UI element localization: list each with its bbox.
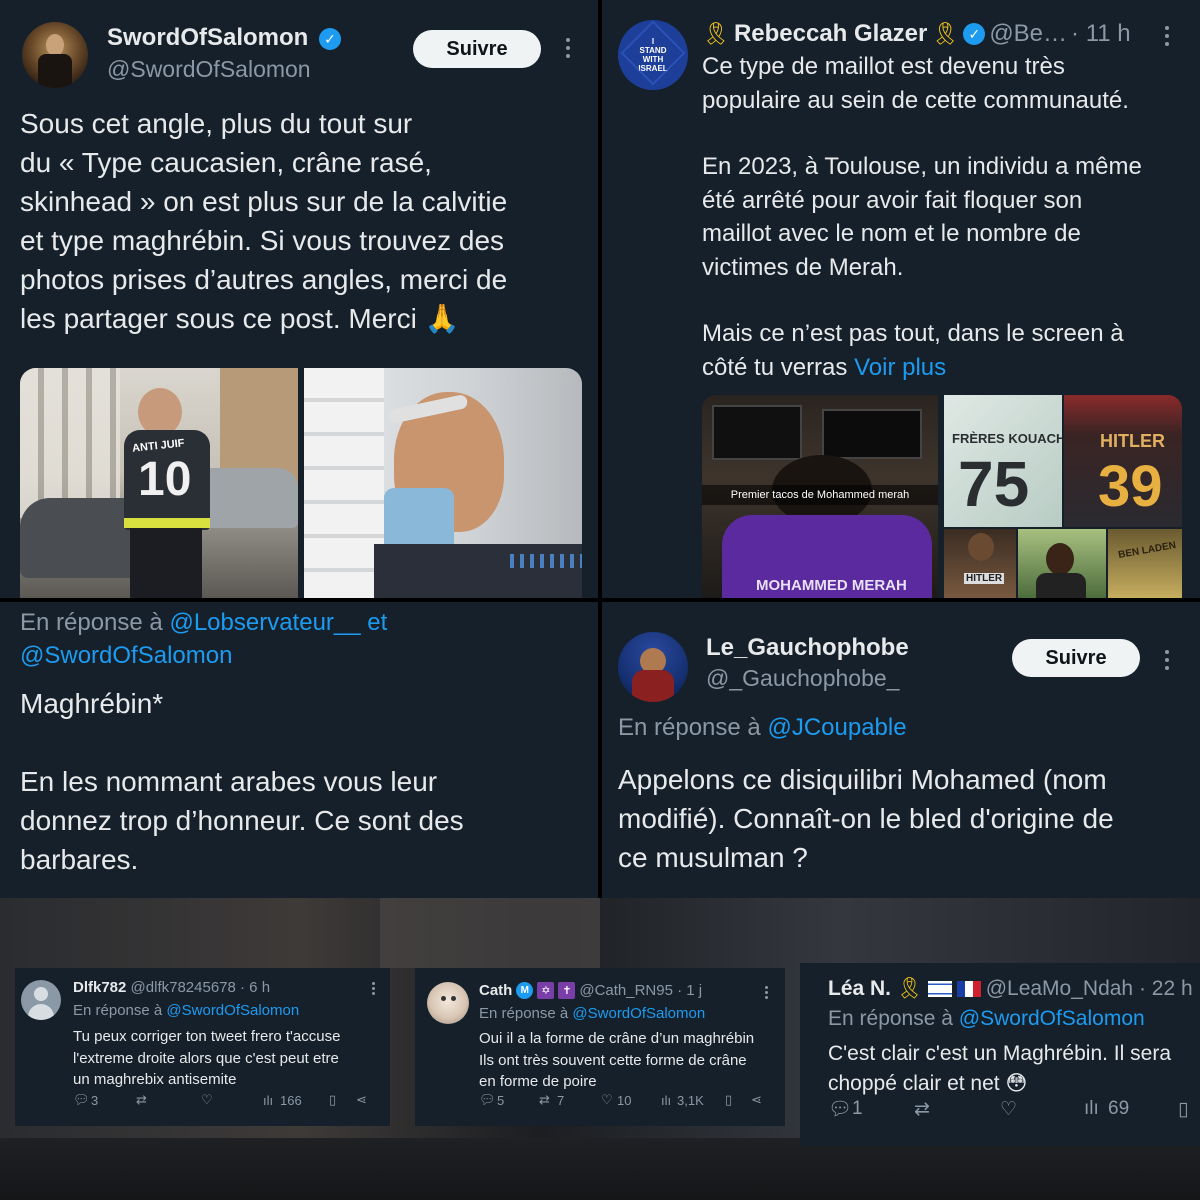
avatar[interactable] [427,982,469,1024]
divider [0,598,1200,602]
more-options-icon[interactable] [765,986,768,999]
ribbon-icon: 🎗 [931,21,960,46]
share-icon[interactable]: ⋖ [356,1092,367,1108]
photo-small-3[interactable]: BEN LADEN [1108,529,1182,600]
jersey-number: 39 [1098,454,1163,519]
author-handle[interactable]: @_Gauchophobe_ [706,665,899,692]
jersey-text: FRÈRES KOUACHI [952,431,1062,446]
avatar[interactable]: I STAND WITH ISRAEL [618,20,688,90]
cross-icon: ✝ [558,982,576,999]
jersey-text: MOHAMMED MERAH [756,577,907,594]
israel-flag-icon [927,981,952,997]
share-icon[interactable]: ⋖ [751,1092,762,1108]
more-options-icon[interactable] [372,982,375,995]
retweet-icon[interactable]: ⇄ [539,1092,550,1108]
m-badge-icon: M [516,982,534,999]
author-handle[interactable]: @SwordOfSalomon [107,56,311,83]
see-more-link[interactable]: Voir plus [854,354,946,381]
bookmark-icon[interactable]: ▯ [329,1092,336,1108]
author-name: SwordOfSalomon ✓ [107,24,342,52]
verified-icon: ✓ [963,23,986,45]
tweet-text: Appelons ce disiquilibri Mohamed (nom mo… [618,764,1114,873]
photo-kouachi-jersey[interactable]: FRÈRES KOUACHI 75 [944,395,1062,527]
bookmark-icon[interactable]: ▯ [1178,1098,1188,1121]
jersey-number: 10 [138,453,192,506]
reply-context: En réponse à @JCoupable [618,714,907,741]
jersey-text: BEN LADEN [1117,540,1177,561]
collage: SwordOfSalomon ✓ @SwordOfSalomon Suivre … [0,0,1200,1200]
reply-context: En réponse à @SwordOfSalomon [479,1005,706,1022]
verified-icon: ✓ [319,27,342,50]
follow-button[interactable]: Suivre [413,30,541,68]
reply-text: Oui il a la forme de crâne d’un maghrébi… [479,1030,755,1090]
reply-text: Tu peux corriger ton tweet frero t'accus… [73,1028,341,1088]
jersey-number: 75 [958,448,1030,520]
reply-text: C'est clair c'est un Maghrébin. Il sera … [828,1042,1171,1095]
tweet-text: Ce type de maillot est devenu très popul… [702,53,1142,381]
jersey-text: HITLER [964,573,1005,584]
divider [598,0,602,900]
views-icon[interactable]: ılı [263,1093,273,1108]
reply-card-cath: Cath M ✡ ✝ @Cath_RN95 · 1 j En réponse à… [415,968,785,1126]
tweet-text: Maghrébin* En les nommant arabes vous le… [20,688,464,875]
photo-small-2[interactable] [1018,529,1106,600]
tweet-text: Sous cet angle, plus du tout sur du « Ty… [20,108,508,334]
ribbon-icon: 🎗 [702,21,730,46]
avatar[interactable] [22,22,88,88]
tweet-le-gauchophobe: Le_Gauchophobe @_Gauchophobe_ Suivre En … [602,602,1200,898]
reply-icon[interactable]: 💬︎ [479,1092,496,1108]
reply-context: En réponse à @SwordOfSalomon [73,1002,300,1019]
reply-card-lea: Léa N. 🎗 @LeaMo_Ndah · 22 h En réponse à… [800,963,1200,1147]
photo-small-1[interactable]: HITLER [944,529,1016,600]
reply-icon[interactable]: 💬︎ [73,1092,90,1108]
like-icon[interactable]: ♡ [201,1092,213,1108]
author-header: 🎗 Rebeccah Glazer 🎗 ✓ @Be… · 11 h [702,20,1131,47]
retweet-icon[interactable]: ⇄ [914,1098,930,1121]
like-icon[interactable]: ♡ [1000,1098,1017,1121]
author-name[interactable]: Le_Gauchophobe [706,634,909,662]
photo-merah-jersey[interactable]: Premier tacos de Mohammed merah MOHAMMED… [702,395,938,600]
retweet-icon[interactable]: ⇄ [136,1092,147,1108]
photo-hitler-jersey[interactable]: HITLER 39 [1064,395,1182,527]
reply-card-dlfk782: Dlfk782 @dlfk78245678 · 6 h En réponse à… [15,968,390,1126]
tweet-reply-maghrebin: En réponse à @Lobservateur__ et @SwordOf… [0,602,598,898]
star-of-david-icon: ✡ [537,982,555,999]
image-caption: Premier tacos de Mohammed merah [702,485,938,505]
reply-context: En réponse à @SwordOfSalomon [828,1007,1145,1030]
reply-icon[interactable]: 💬︎ [828,1097,852,1121]
more-options-icon[interactable] [1165,26,1169,46]
bookmark-icon[interactable]: ▯ [725,1092,732,1108]
reply-context: En réponse à @Lobservateur__ et @SwordOf… [20,609,388,669]
avatar[interactable] [618,632,688,702]
views-icon[interactable]: ılı [1084,1098,1099,1120]
france-flag-icon [956,981,981,997]
photo-man-closeup[interactable] [304,368,582,600]
more-options-icon[interactable] [1165,650,1169,670]
tweet-rebeccah-glazer: I STAND WITH ISRAEL 🎗 Rebeccah Glazer 🎗 … [602,0,1200,600]
follow-button[interactable]: Suivre [1012,639,1140,677]
photo-man-street[interactable]: ANTI JUIF 10 [20,368,298,600]
ribbon-icon: 🎗 [896,977,923,1000]
views-icon[interactable]: ılı [661,1093,671,1108]
more-options-icon[interactable] [566,38,570,58]
jersey-text: HITLER [1100,431,1165,451]
tweet-swordofsalomon: SwordOfSalomon ✓ @SwordOfSalomon Suivre … [0,0,598,600]
like-icon[interactable]: ♡ [601,1092,613,1108]
avatar[interactable] [21,980,61,1020]
